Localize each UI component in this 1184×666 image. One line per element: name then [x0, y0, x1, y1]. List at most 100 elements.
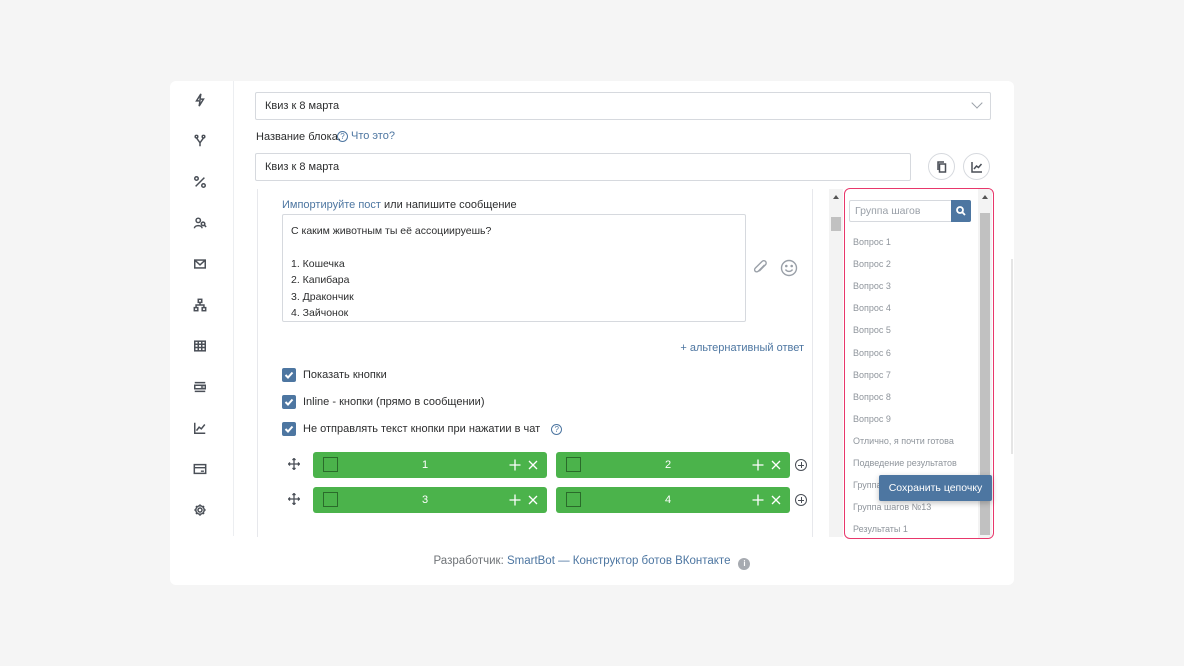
button-label: 1: [421, 459, 429, 471]
show-buttons-option: Показать кнопки: [282, 368, 387, 382]
block-name-input[interactable]: Квиз к 8 марта: [255, 153, 911, 181]
stats-button[interactable]: [963, 153, 990, 180]
users-search-icon[interactable]: [192, 215, 208, 231]
close-icon[interactable]: [770, 494, 782, 506]
search-icon: [956, 206, 966, 216]
fork-icon[interactable]: [192, 133, 208, 149]
mail-icon[interactable]: [192, 256, 208, 272]
question-icon[interactable]: ?: [551, 423, 563, 435]
copy-button[interactable]: [928, 153, 955, 180]
button-label: 3: [421, 494, 429, 506]
inline-buttons-checkbox[interactable]: [282, 395, 296, 409]
scrollbar-thumb[interactable]: [831, 217, 841, 231]
scroll-up-arrow[interactable]: [833, 195, 839, 199]
step-group-item[interactable]: Вопрос 3: [853, 281, 891, 291]
no-send-text-option: Не отправлять текст кнопки при нажатии в…: [282, 422, 563, 436]
no-send-text-checkbox[interactable]: [282, 422, 296, 436]
gear-icon[interactable]: [192, 502, 208, 518]
keyboard-button[interactable]: 1: [313, 452, 547, 478]
message-line: С каким животным ты её ассоциируешь?: [291, 225, 492, 237]
footer-prefix: Разработчик:: [433, 555, 507, 567]
what-is-this-text: Что это?: [351, 130, 395, 142]
keyboard-button[interactable]: 4: [556, 487, 790, 513]
message-line: 2. Капибара: [291, 274, 350, 287]
step-group-item[interactable]: Вопрос 5: [853, 325, 891, 335]
chevron-down-icon: [971, 97, 983, 109]
move-icon[interactable]: [288, 458, 300, 470]
chart-icon[interactable]: [192, 420, 208, 436]
add-button-icon[interactable]: [795, 494, 807, 506]
step-group-item[interactable]: Вопрос 4: [853, 303, 891, 313]
question-icon: ?: [337, 130, 348, 142]
message-textarea[interactable]: С каким животным ты её ассоциируешь? 1. …: [282, 214, 746, 322]
button-label: 4: [664, 494, 672, 506]
step-group-item[interactable]: Результаты 1: [853, 524, 908, 534]
close-icon[interactable]: [770, 459, 782, 471]
editor-scrollbar[interactable]: [829, 189, 843, 537]
show-buttons-label: Показать кнопки: [303, 369, 387, 381]
keyboard-button[interactable]: 3: [313, 487, 547, 513]
step-group-item[interactable]: Группа: [853, 480, 882, 490]
lightning-icon[interactable]: [192, 92, 208, 108]
card-icon[interactable]: [192, 461, 208, 477]
block-select-value: Квиз к 8 марта: [265, 100, 340, 112]
button-label: 2: [664, 459, 672, 471]
save-chain-button[interactable]: Сохранить цепочку: [879, 475, 992, 501]
what-is-this-link[interactable]: ? Что это?: [337, 130, 395, 142]
step-group-item[interactable]: Вопрос 1: [853, 237, 891, 247]
message-line: 3. Дракончик: [291, 290, 354, 303]
sidebar: [170, 81, 234, 536]
inline-buttons-option: Inline - кнопки (прямо в сообщении): [282, 395, 484, 409]
copy-icon: [936, 160, 946, 173]
button-color-checkbox[interactable]: [566, 492, 581, 507]
button-color-checkbox[interactable]: [323, 492, 338, 507]
step-group-item[interactable]: Вопрос 7: [853, 370, 891, 380]
move-icon[interactable]: [752, 459, 764, 471]
move-icon[interactable]: [288, 493, 300, 505]
step-group-item[interactable]: Вопрос 2: [853, 259, 891, 269]
step-group-item[interactable]: Вопрос 8: [853, 392, 891, 402]
smartbot-link[interactable]: SmartBot — Конструктор ботов ВКонтакте: [507, 555, 731, 567]
hierarchy-icon[interactable]: [192, 297, 208, 313]
show-buttons-checkbox[interactable]: [282, 368, 296, 382]
form-icon[interactable]: [192, 379, 208, 395]
move-icon[interactable]: [509, 459, 521, 471]
message-line: [291, 239, 737, 255]
percent-icon[interactable]: [192, 174, 208, 190]
button-color-checkbox[interactable]: [323, 457, 338, 472]
footer: Разработчик: SmartBot — Конструктор бото…: [170, 555, 1014, 570]
step-group-item[interactable]: Вопрос 6: [853, 348, 891, 358]
message-editor: Импортируйте пост или напишите сообщение…: [257, 189, 813, 537]
message-line: 4. Зайчонок: [291, 306, 349, 319]
alternative-answer-link[interactable]: + альтернативный ответ: [680, 342, 804, 354]
import-line: Импортируйте пост или напишите сообщение: [282, 199, 517, 211]
no-send-text-label: Не отправлять текст кнопки при нажатии в…: [303, 423, 541, 435]
scroll-up-arrow[interactable]: [982, 195, 988, 199]
button-color-checkbox[interactable]: [566, 457, 581, 472]
step-group-item[interactable]: Вопрос 9: [853, 414, 891, 424]
step-group-item[interactable]: Отлично, я почти готова: [853, 436, 954, 446]
close-icon[interactable]: [527, 494, 539, 506]
close-icon[interactable]: [527, 459, 539, 471]
move-icon[interactable]: [752, 494, 764, 506]
step-group-item[interactable]: Подведение результатов: [853, 458, 957, 468]
keyboard-button[interactable]: 2: [556, 452, 790, 478]
import-rest-text: или напишите сообщение: [380, 199, 517, 211]
search-button[interactable]: [951, 200, 971, 222]
import-post-link[interactable]: Импортируйте пост: [282, 199, 381, 211]
page-scrollbar[interactable]: [1011, 259, 1013, 454]
button-row: 1 2: [288, 452, 808, 478]
block-select[interactable]: Квиз к 8 марта: [255, 92, 991, 120]
paperclip-icon[interactable]: [752, 259, 770, 277]
info-icon[interactable]: i: [738, 558, 751, 570]
inline-buttons-label: Inline - кнопки (прямо в сообщении): [303, 396, 485, 408]
message-line: 1. Кошечка: [291, 257, 345, 270]
emoji-icon[interactable]: [780, 259, 798, 277]
add-button-icon[interactable]: [795, 459, 807, 471]
button-row: 3 4: [288, 487, 808, 513]
step-group-item[interactable]: Группа шагов №13: [853, 502, 931, 512]
move-icon[interactable]: [509, 494, 521, 506]
main-card: Квиз к 8 марта Название блока. ? Что это…: [170, 81, 1014, 585]
table-icon[interactable]: [192, 338, 208, 354]
stats-icon: [970, 161, 982, 173]
